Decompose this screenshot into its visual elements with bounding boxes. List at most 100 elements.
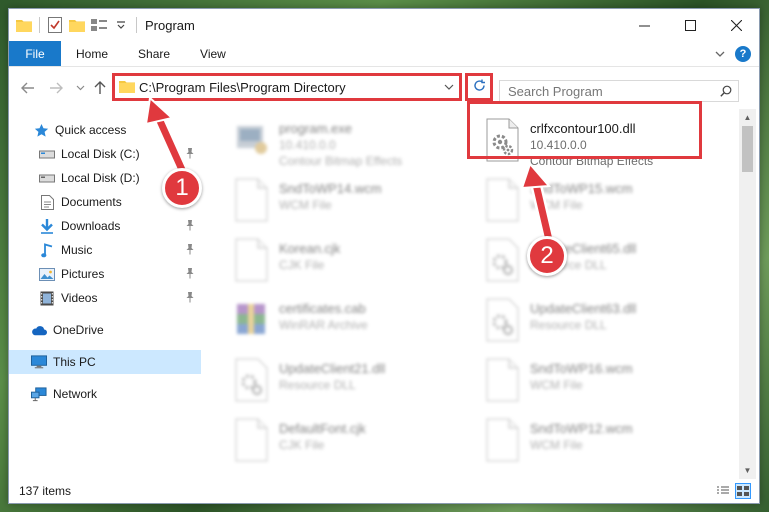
list-item[interactable]: DefaultFont.cjk CJK File [231,418,476,470]
callout-badge-1: 1 [162,168,202,208]
tiles-view-icon[interactable] [735,483,751,499]
music-icon [39,242,55,258]
back-arrow-icon[interactable] [19,79,37,97]
forward-arrow-icon[interactable] [47,79,65,97]
list-item[interactable]: SndToWP15.wcm WCM File [482,178,727,230]
file-type: WinRAR Archive [279,318,368,332]
download-icon [39,218,55,234]
target-file-highlight [467,101,702,159]
folder-icon [15,16,33,34]
sidebar-item-label: Local Disk (D:) [61,171,140,185]
sidebar-item-label: Videos [61,291,98,305]
sidebar-item-music[interactable]: Music [9,238,201,262]
file-name: SndToWP15.wcm [530,181,633,196]
videos-icon [39,290,55,306]
new-folder-icon[interactable] [68,16,86,34]
chevron-down-icon[interactable] [439,84,459,90]
callout-badge-2: 2 [527,236,567,276]
folder-icon [119,79,135,96]
minimize-button[interactable] [621,9,667,41]
list-item[interactable]: program.exe 10.410.0.0 Contour Bitmap Ef… [231,118,476,170]
scroll-up-icon[interactable]: ▲ [739,109,756,126]
navigation-pane: Quick access Local Disk (C:) Local Disk … [9,109,201,479]
pin-icon[interactable] [185,243,195,258]
blank-file-icon [231,238,271,282]
list-item[interactable]: certificates.cab WinRAR Archive [231,298,476,350]
file-type: WCM File [530,378,583,392]
maximize-button[interactable] [667,9,713,41]
sidebar-item-label: Documents [61,195,122,209]
window-controls [621,9,759,41]
expand-ribbon-icon[interactable] [715,47,725,61]
toolbar-separator [136,17,137,33]
sidebar-item-quick-access[interactable]: Quick access [9,118,201,142]
sidebar-item-downloads[interactable]: Downloads [9,214,201,238]
refresh-button[interactable] [465,73,493,101]
file-type: WCM File [279,198,332,212]
sidebar-item-label: Pictures [61,267,105,281]
pin-icon[interactable] [185,291,195,306]
list-item[interactable]: UpdateClient21.dll Resource DLL [231,358,476,410]
sidebar-item-local-disk-c[interactable]: Local Disk (C:) [9,142,201,166]
tab-file[interactable]: File [9,41,61,66]
close-button[interactable] [713,9,759,41]
tab-home[interactable]: Home [61,41,123,66]
list-item[interactable]: UpdateClient65.dll Resource DLL [482,238,727,290]
search-box[interactable]: Search Program [499,80,739,102]
help-icon[interactable]: ? [735,46,751,62]
archive-icon [231,298,271,342]
dll-gear-icon [482,298,522,342]
blank-file-icon [482,358,522,402]
file-name: program.exe [279,121,352,136]
pin-icon[interactable] [185,267,195,282]
file-type: CJK File [279,438,325,452]
file-version: 10.410.0.0 [279,138,336,152]
computer-icon [31,354,47,370]
tab-share[interactable]: Share [123,41,185,66]
window-title: Program [145,17,195,33]
blank-file-icon [231,418,271,462]
blank-file-icon [231,178,271,222]
list-item[interactable]: SndToWP12.wcm WCM File [482,418,727,470]
tab-view[interactable]: View [185,41,241,66]
vertical-scrollbar[interactable]: ▲ ▼ [739,109,756,479]
sidebar-item-this-pc[interactable]: This PC [9,350,201,374]
up-arrow-icon[interactable] [91,79,109,97]
file-explorer-window: Program File Home Share View ? C:\Progra… [8,8,760,504]
file-type: WCM File [530,438,583,452]
file-name: UpdateClient63.dll [530,301,637,316]
details-view-icon[interactable] [715,483,731,499]
search-input[interactable]: Search Program [500,84,714,99]
scroll-thumb[interactable] [742,126,753,172]
address-bar[interactable]: C:\Program Files\Program Directory [112,73,462,101]
list-item[interactable]: SndToWP14.wcm WCM File [231,178,476,230]
cloud-icon [31,322,47,338]
sidebar-item-onedrive[interactable]: OneDrive [9,318,201,342]
search-icon[interactable] [714,85,738,97]
pin-icon[interactable] [185,219,195,234]
list-item[interactable]: UpdateClient63.dll Resource DLL [482,298,727,350]
customize-toolbar-icon[interactable] [90,16,108,34]
sidebar-item-videos[interactable]: Videos [9,286,201,310]
address-path[interactable]: C:\Program Files\Program Directory [139,80,439,95]
scroll-down-icon[interactable]: ▼ [739,462,756,479]
list-item[interactable]: SndToWP16.wcm WCM File [482,358,727,410]
pin-icon[interactable] [185,147,195,162]
file-type: Resource DLL [530,318,607,332]
documents-icon [39,194,55,210]
properties-icon[interactable] [46,16,64,34]
sidebar-item-label: Quick access [55,123,127,137]
recent-locations-chevron-icon[interactable] [71,79,89,97]
list-item[interactable]: Korean.cjk CJK File [231,238,476,290]
file-name: UpdateClient21.dll [279,361,386,376]
file-name: DefaultFont.cjk [279,421,366,436]
sidebar-item-label: This PC [53,355,96,369]
pictures-icon [39,266,55,282]
sidebar-item-label: Music [61,243,93,257]
dll-gear-icon [231,358,271,402]
sidebar-item-pictures[interactable]: Pictures [9,262,201,286]
chevron-down-icon[interactable] [112,16,130,34]
sidebar-item-network[interactable]: Network [9,382,201,406]
file-name: Korean.cjk [279,241,341,256]
file-type: Resource DLL [279,378,356,392]
